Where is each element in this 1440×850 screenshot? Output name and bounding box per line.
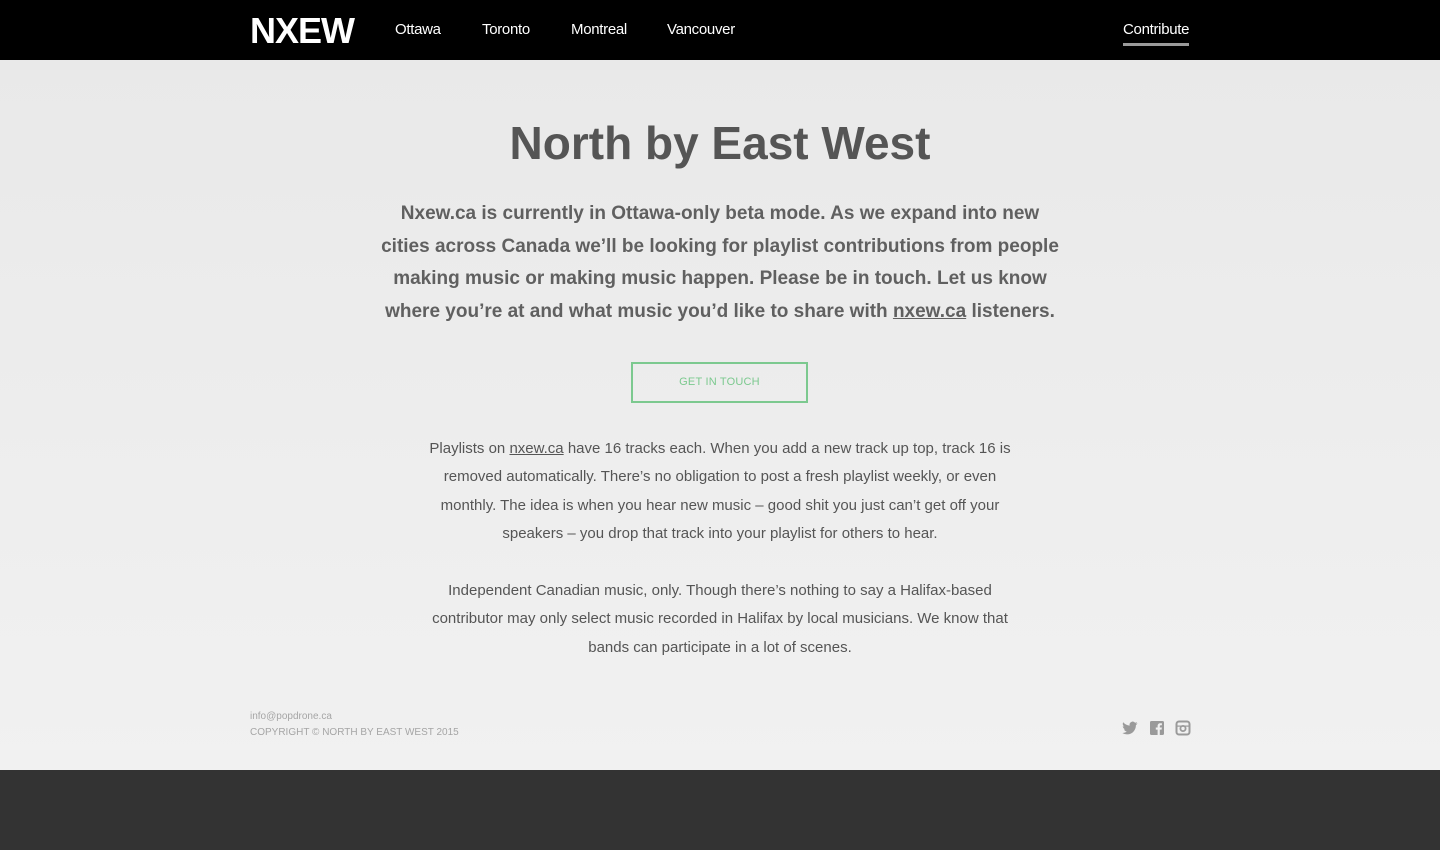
nav-item-montreal[interactable]: Montreal — [571, 21, 627, 39]
bottom-band — [0, 770, 1440, 850]
footer-email: info@popdrone.ca — [250, 711, 332, 722]
nav-item-ottawa[interactable]: Ottawa — [395, 21, 441, 39]
nxew-link-inline[interactable]: nxew.ca — [509, 440, 563, 457]
nav-item-vancouver[interactable]: Vancouver — [667, 21, 735, 39]
footer-copyright: COPYRIGHT © NORTH BY EAST WEST 2015 — [250, 727, 459, 738]
twitter-icon[interactable] — [1122, 720, 1138, 736]
contribute-link[interactable]: Contribute — [1123, 21, 1190, 46]
nxew-link[interactable]: nxew.ca — [893, 301, 966, 322]
nav-item-toronto[interactable]: Toronto — [482, 21, 530, 39]
instagram-icon[interactable] — [1175, 720, 1191, 736]
main-content: North by East West Nxew.ca is currently … — [0, 60, 1440, 770]
independent-music-paragraph: Independent Canadian music, only. Though… — [432, 582, 1008, 656]
playlists-paragraph: Playlists on nxew.ca have 16 tracks each… — [420, 435, 1020, 548]
page-title: North by East West — [509, 117, 931, 169]
facebook-icon[interactable] — [1149, 720, 1165, 736]
site-logo[interactable]: NXEW — [250, 12, 355, 50]
intro-text-end: listeners. — [966, 300, 1055, 322]
top-navigation-bar: NXEW Ottawa Toronto Montreal Vancouver C… — [0, 0, 1440, 60]
intro-paragraph: Nxew.ca is currently in Ottawa-only beta… — [380, 198, 1060, 328]
get-in-touch-button[interactable]: GET IN TOUCH — [631, 362, 808, 403]
playlists-text: Playlists on — [429, 440, 510, 457]
